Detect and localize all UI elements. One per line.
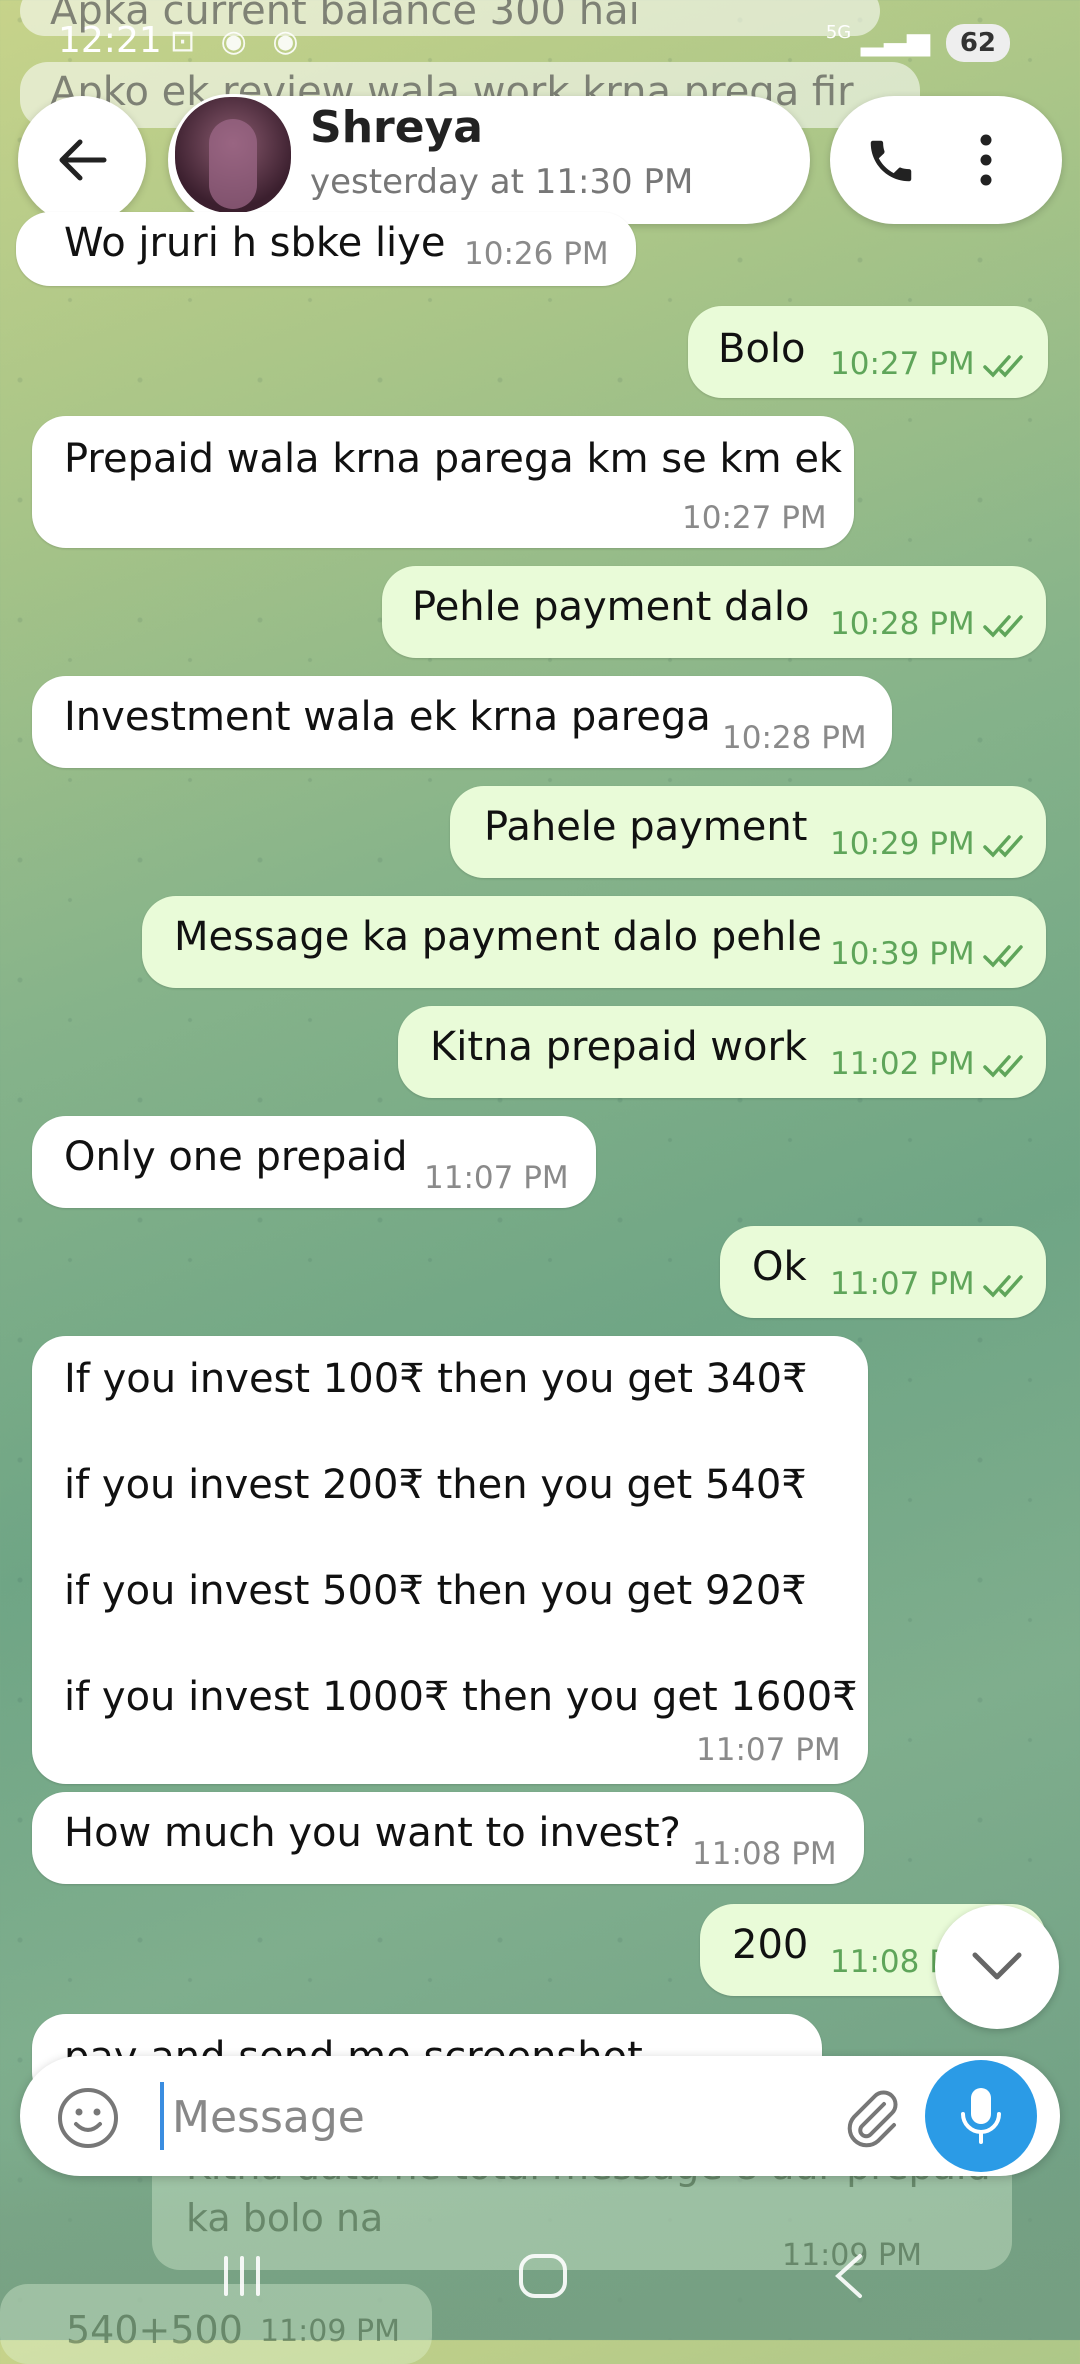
message-input[interactable] <box>160 2078 814 2156</box>
message-incoming[interactable]: If you invest 100₹ then you get 340₹ if … <box>32 1336 868 1784</box>
message-time: 10:28 PM <box>830 606 975 642</box>
message-time: 10:26 PM <box>464 236 609 272</box>
message-time: 11:07 PM <box>696 1732 841 1768</box>
message-outgoing[interactable]: Message ka payment dalo pehle 10:39 PM <box>142 896 1046 988</box>
message-time: 10:39 PM <box>830 936 975 972</box>
avatar[interactable] <box>172 94 294 216</box>
arrow-left-icon <box>59 139 107 181</box>
last-seen-status: yesterday at 11:30 PM <box>310 162 694 202</box>
emoji-icon[interactable] <box>56 2086 120 2150</box>
paperclip-icon[interactable] <box>840 2086 904 2150</box>
chat-name: Shreya <box>310 102 483 153</box>
phone-icon[interactable] <box>864 134 918 188</box>
message-time: 11:07 PM <box>830 1266 975 1302</box>
microphone-icon <box>961 2088 1001 2144</box>
faded-message: Apka current balance 300 hai <box>20 0 880 36</box>
double-check-icon <box>982 944 1023 968</box>
message-outgoing[interactable]: Pahele payment 10:29 PM <box>450 786 1046 878</box>
message-composer <box>20 2056 1060 2176</box>
message-incoming[interactable]: Investment wala ek krna parega 10:28 PM <box>32 676 892 768</box>
message-time: 11:07 PM <box>424 1160 569 1196</box>
message-outgoing[interactable]: Kitna prepaid work 11:02 PM <box>398 1006 1046 1098</box>
home-icon[interactable] <box>517 2252 569 2300</box>
recent-apps-icon[interactable] <box>218 2252 266 2300</box>
chat-header: Shreya yesterday at 11:30 PM <box>0 90 1080 230</box>
double-check-icon <box>982 1274 1023 1298</box>
more-vertical-icon[interactable] <box>976 130 996 190</box>
message-time: 10:27 PM <box>830 346 975 382</box>
scroll-to-bottom-button[interactable] <box>935 1905 1059 2029</box>
message-time: 11:02 PM <box>830 1046 975 1082</box>
double-check-icon <box>982 614 1023 638</box>
double-check-icon <box>982 354 1023 378</box>
message-time: 11:08 PM <box>692 1836 837 1872</box>
battery-indicator: 62 <box>945 24 1010 62</box>
message-time: 10:29 PM <box>830 826 975 862</box>
message-outgoing[interactable]: Pehle payment dalo 10:28 PM <box>382 566 1046 658</box>
message-time: 10:27 PM <box>682 500 827 536</box>
header-actions <box>830 96 1062 224</box>
message-incoming[interactable]: How much you want to invest? 11:08 PM <box>32 1792 864 1884</box>
message-time: 10:28 PM <box>722 720 867 756</box>
message-outgoing[interactable]: Bolo 10:27 PM <box>688 306 1048 398</box>
double-check-icon <box>982 834 1023 858</box>
system-nav-bar <box>0 2230 1080 2340</box>
chevron-down-icon <box>972 1952 1022 1980</box>
double-check-icon <box>982 1054 1023 1078</box>
back-button[interactable] <box>18 96 146 224</box>
message-outgoing[interactable]: Ok 11:07 PM <box>720 1226 1046 1318</box>
voice-record-button[interactable] <box>925 2060 1037 2172</box>
message-incoming[interactable]: Only one prepaid 11:07 PM <box>32 1116 596 1208</box>
message-incoming[interactable]: Prepaid wala krna parega km se km ek 10:… <box>32 416 854 548</box>
message-incoming[interactable]: Wo jruri h sbke liye 10:26 PM <box>16 212 636 286</box>
nav-back-icon[interactable] <box>828 2252 868 2300</box>
